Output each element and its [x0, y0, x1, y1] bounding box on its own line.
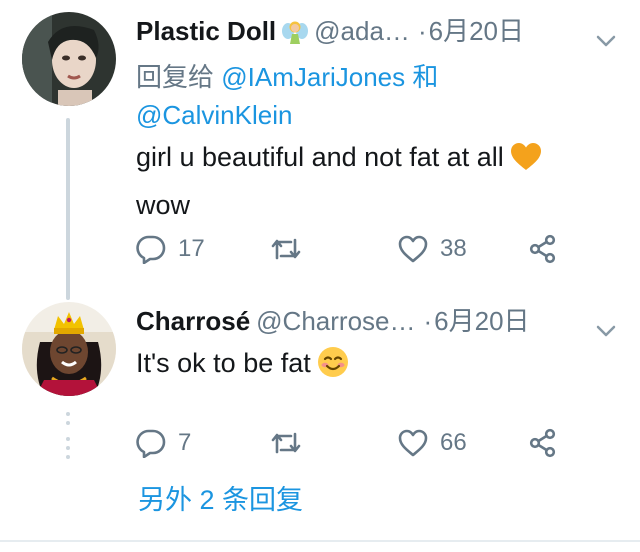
share-icon	[528, 234, 558, 264]
avatar[interactable]	[22, 302, 116, 396]
chevron-down-icon[interactable]	[596, 312, 616, 346]
tweet-header: Plastic Doll @ada… ·6月20日	[136, 14, 616, 48]
retweet-button[interactable]	[270, 232, 314, 266]
reply-icon	[136, 234, 166, 264]
like-count: 66	[440, 429, 467, 456]
tweet-text-line: wow	[136, 190, 191, 220]
fairy-emoji-icon	[282, 18, 309, 52]
tweet-card[interactable]: Plastic Doll @ada… ·6月20日 回复给 @IAmJariJon…	[0, 0, 640, 276]
share-button[interactable]	[528, 426, 558, 460]
tweet-text-line: It's ok to be fat	[136, 348, 311, 378]
heart-icon	[398, 429, 428, 457]
thread-dot	[66, 455, 70, 459]
retweet-icon	[270, 236, 302, 262]
retweet-button[interactable]	[270, 426, 314, 460]
tweet-text-line: girl u beautiful and not fat at all	[136, 142, 504, 172]
tweet-card[interactable]: Charrosé @Charrose… ·6月20日 It's ok to be f…	[0, 292, 640, 472]
tweet-actions: 7 66	[136, 426, 576, 460]
reply-button[interactable]: 7	[136, 426, 191, 460]
thread-dot	[66, 446, 70, 450]
heart-icon	[398, 235, 428, 263]
reply-count: 7	[178, 429, 192, 456]
author-handle[interactable]: @ada…	[314, 16, 410, 46]
author-name[interactable]: Charrosé	[136, 306, 250, 336]
separator-dot: ·	[423, 306, 433, 336]
reply-conjunction: 和	[412, 62, 439, 92]
author-name[interactable]: Plastic Doll	[136, 16, 276, 46]
thread-dot	[66, 412, 70, 416]
separator-dot: ·	[417, 16, 427, 46]
like-button[interactable]: 66	[398, 426, 467, 460]
reply-icon	[136, 428, 166, 458]
tweet-text: girl u beautiful and not fat at all wow	[136, 136, 600, 226]
replying-to-line: 回复给 @IAmJariJones 和 @CalvinKlein	[136, 58, 438, 134]
retweet-icon	[270, 430, 302, 456]
tweet-actions: 17 38	[136, 232, 576, 266]
show-more-replies-link[interactable]: 另外 2 条回复	[138, 480, 303, 520]
reply-count: 17	[178, 235, 205, 262]
thread-dot	[66, 421, 70, 425]
tweet-date[interactable]: 6月20日	[434, 306, 529, 336]
reply-prefix: 回复给	[136, 62, 215, 92]
tweet-date[interactable]: 6月20日	[429, 16, 524, 46]
divider	[0, 540, 640, 542]
orange-heart-icon	[510, 142, 542, 184]
thread-dots	[66, 412, 70, 464]
like-count: 38	[440, 235, 467, 262]
like-button[interactable]: 38	[398, 232, 467, 266]
author-handle[interactable]: @Charrose…	[256, 306, 415, 336]
share-button[interactable]	[528, 232, 558, 266]
smiling-face-icon	[317, 346, 349, 390]
share-icon	[528, 428, 558, 458]
tweet-header: Charrosé @Charrose… ·6月20日	[136, 304, 616, 338]
tweet-text: It's ok to be fat	[136, 342, 600, 390]
reply-button[interactable]: 17	[136, 232, 205, 266]
mention-link[interactable]: @IAmJariJones	[221, 62, 405, 92]
chevron-down-icon[interactable]	[596, 22, 616, 56]
thread-dot	[66, 437, 70, 441]
avatar[interactable]	[22, 12, 116, 106]
mention-link[interactable]: @CalvinKlein	[136, 100, 292, 130]
